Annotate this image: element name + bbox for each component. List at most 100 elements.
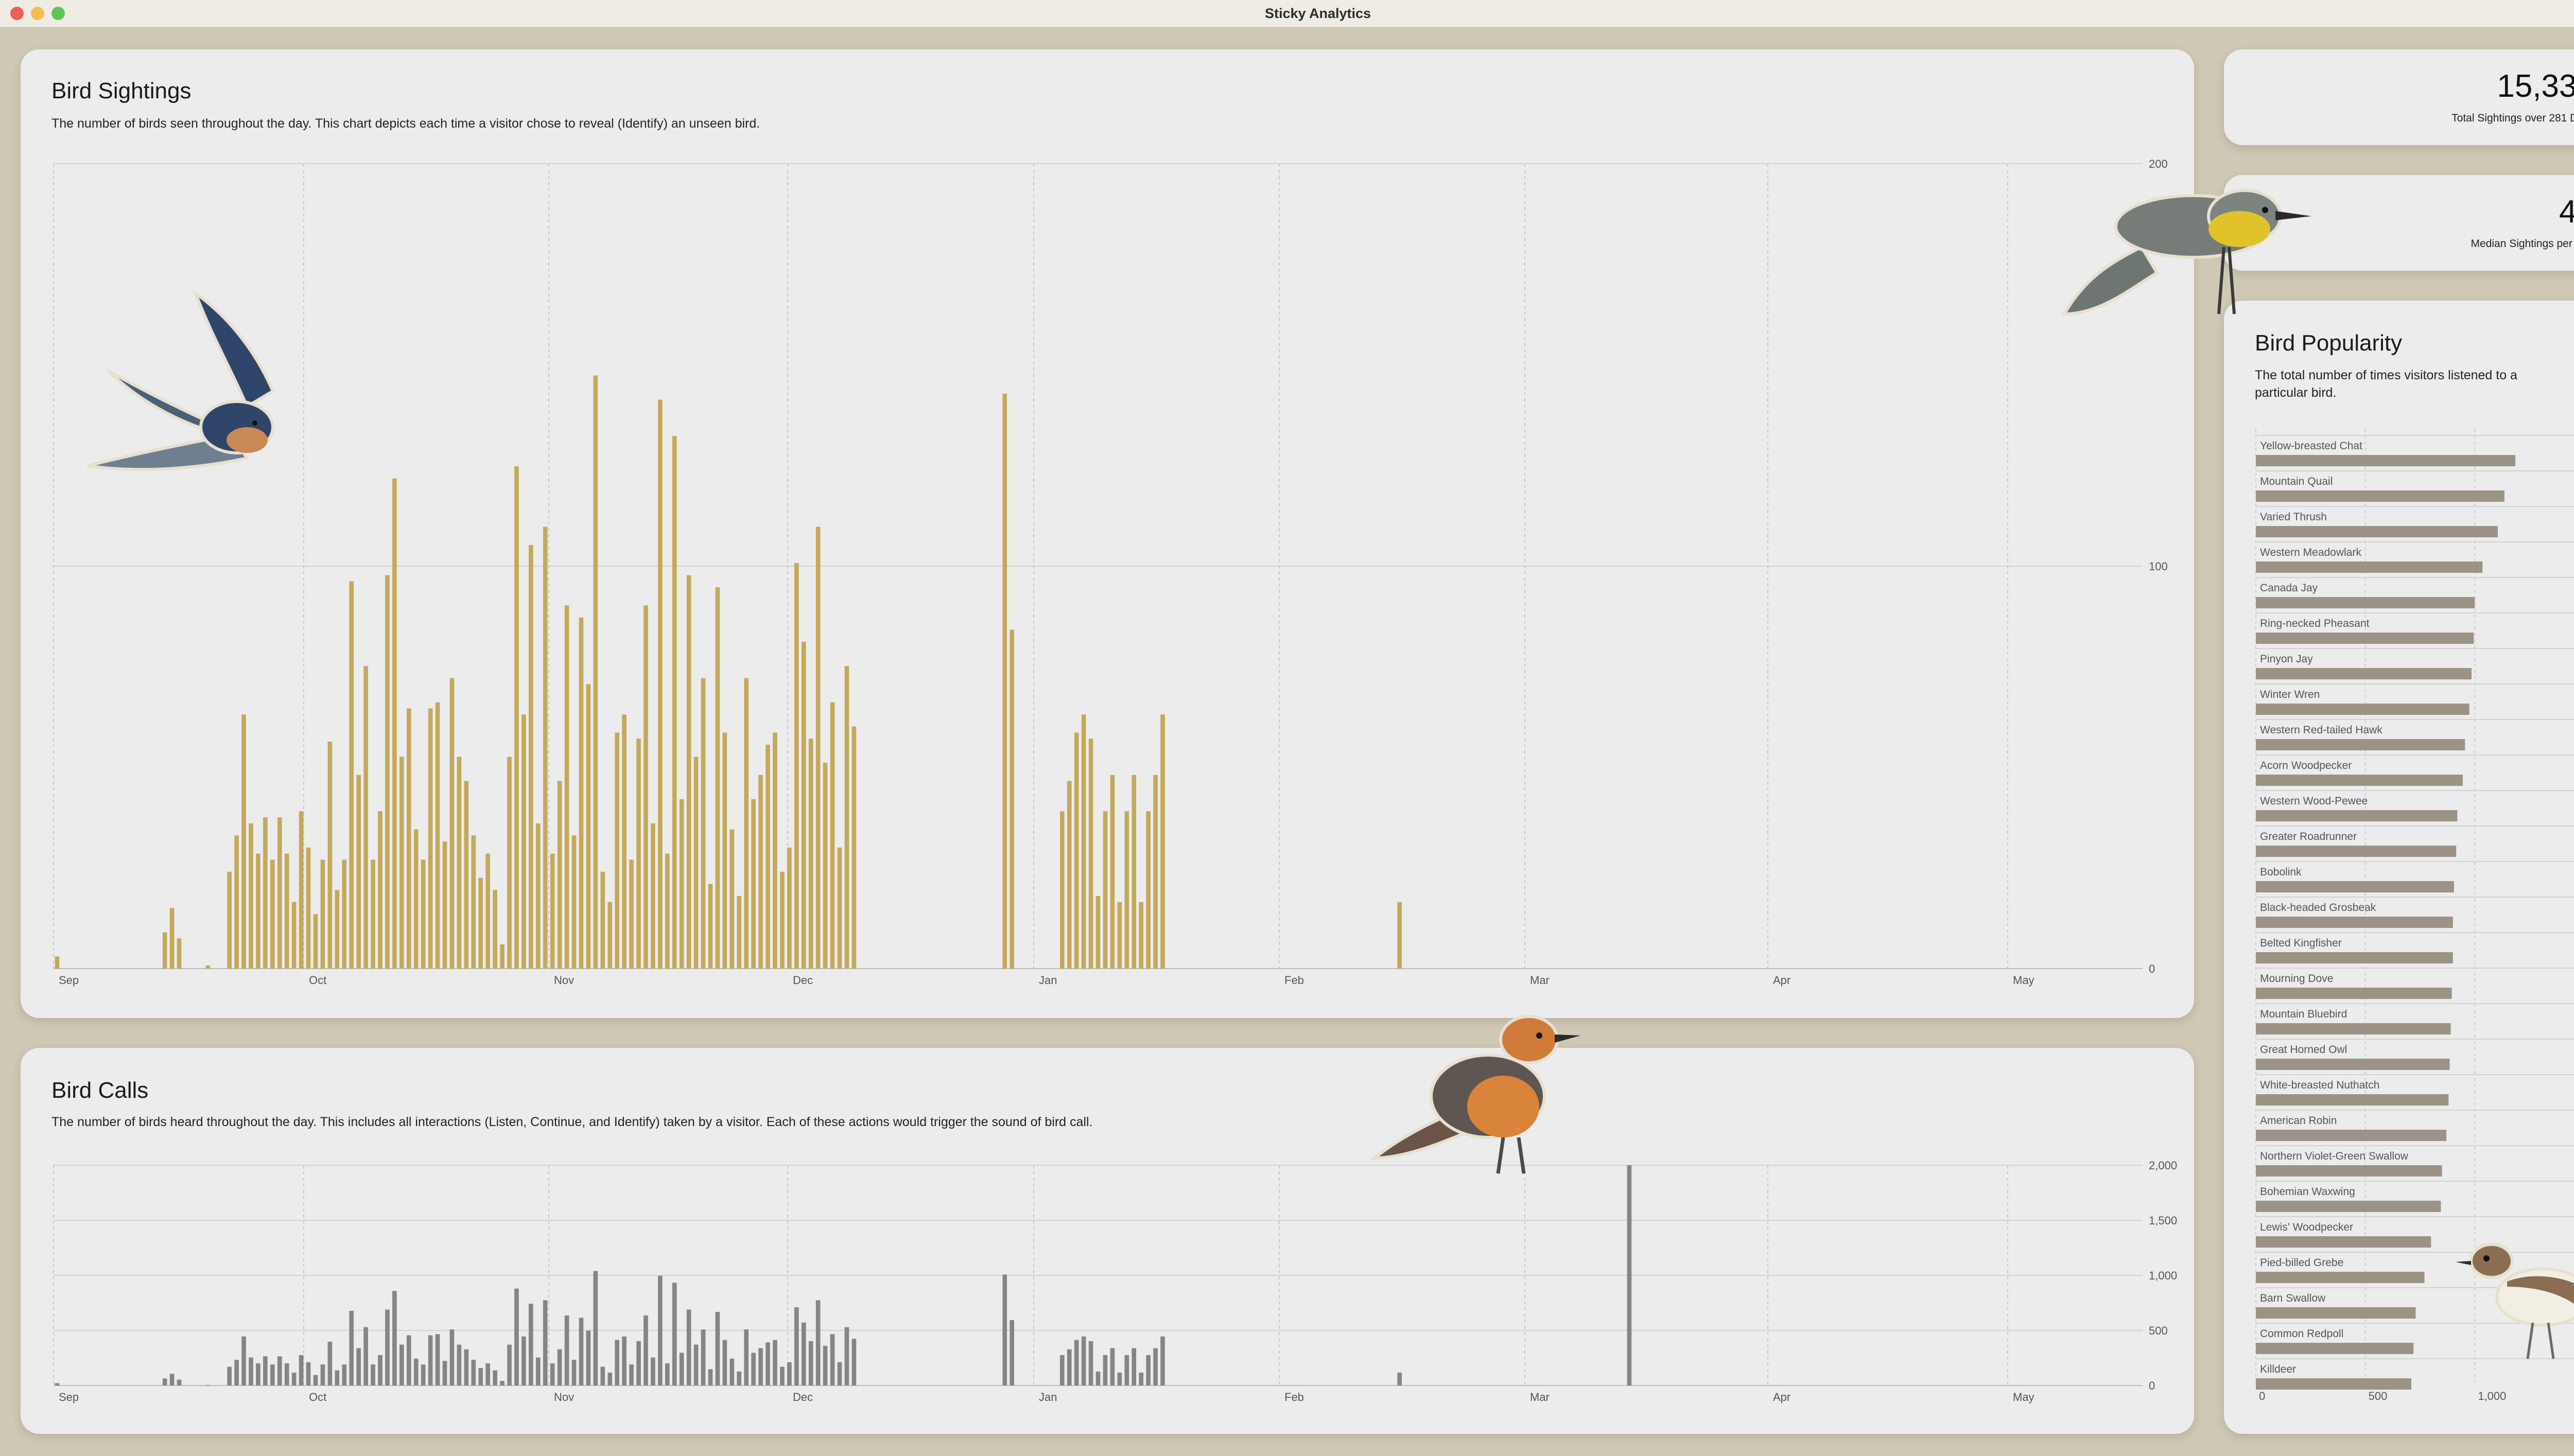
bar (837, 1362, 842, 1385)
bar (600, 1366, 605, 1385)
x-tick-label: 1,000 (2478, 1390, 2506, 1402)
bird-label: Lewis' Woodpecker (2260, 1221, 2353, 1233)
bar (579, 1318, 584, 1385)
bird-label: Western Red-tailed Hawk (2260, 724, 2382, 736)
bar (428, 708, 433, 969)
bar (385, 575, 390, 969)
bar (371, 859, 375, 969)
bar (1132, 1348, 1137, 1385)
bar (500, 1381, 505, 1385)
bar (435, 1334, 440, 1385)
bar (1088, 1341, 1093, 1385)
bar (571, 1360, 577, 1385)
bar (830, 1334, 835, 1385)
bird-label: American Robin (2260, 1115, 2337, 1127)
bar (1160, 1336, 1165, 1385)
popularity-bar (2256, 1343, 2414, 1354)
median-sightings-label: Median Sightings per Day (2471, 238, 2574, 250)
x-tick-label: Nov (554, 974, 574, 987)
bar (349, 581, 354, 969)
bar (557, 1349, 562, 1385)
bar (1139, 902, 1143, 969)
x-tick-label: Sep (59, 1391, 79, 1404)
bar (672, 1283, 677, 1385)
x-tick-label: Oct (309, 974, 326, 987)
bar (708, 884, 713, 969)
popularity-bar (2256, 704, 2469, 715)
bar (708, 1369, 713, 1385)
bird-label: White-breasted Nuthatch (2260, 1079, 2379, 1091)
bar (1103, 811, 1108, 969)
bar (428, 1335, 433, 1385)
bar (55, 1383, 60, 1385)
bar (644, 605, 648, 969)
bar (564, 605, 569, 969)
bird-label: Mourning Dove (2260, 973, 2333, 985)
bird-label: Acorn Woodpecker (2260, 760, 2352, 771)
bar (234, 1360, 239, 1385)
bar (514, 1288, 519, 1385)
bar (169, 908, 175, 969)
bar (457, 757, 462, 969)
bird-calls-card: 0 500 1,000 1,500 2,000 Sep Oct Nov Dec Jan Feb Mar… (21, 1048, 2194, 1434)
popularity-bar (2256, 917, 2453, 928)
bird-label: Bohemian Waxwing (2260, 1186, 2355, 1198)
popularity-bar (2256, 1059, 2450, 1070)
bar (162, 932, 167, 969)
bar (622, 1336, 627, 1385)
popularity-bar (2256, 775, 2463, 786)
bar (672, 436, 677, 969)
bar (651, 1357, 655, 1385)
bar (693, 1344, 699, 1385)
bar (686, 575, 691, 969)
window-title: Sticky Analytics (1264, 6, 1371, 21)
popularity-bar (2256, 1165, 2442, 1177)
y-tick-label: 0 (2149, 962, 2155, 975)
bar (169, 1374, 175, 1385)
bar (507, 1344, 512, 1385)
y-tick-label: 0 (2149, 1379, 2155, 1392)
card-description: The number of birds heard throughout the… (51, 1115, 1093, 1129)
bar (751, 1353, 756, 1385)
bar (636, 739, 641, 969)
bar (715, 587, 720, 969)
bar (342, 859, 347, 969)
bar (227, 1366, 232, 1385)
bar (363, 1327, 368, 1385)
bird-label: Northern Violet-Green Swallow (2260, 1150, 2409, 1162)
bar (363, 666, 368, 969)
bar (844, 1327, 849, 1385)
popularity-bar (2256, 1378, 2411, 1390)
bar (205, 966, 211, 969)
bar (780, 871, 785, 969)
bar (600, 871, 605, 969)
bar (701, 1329, 706, 1385)
bar (851, 1339, 857, 1385)
bar (1153, 1348, 1158, 1385)
x-tick-label: Feb (1284, 974, 1304, 987)
y-tick-label: 1,000 (2149, 1269, 2177, 1282)
bar (471, 835, 476, 969)
bar (493, 890, 497, 969)
x-tick-label: Sep (59, 974, 79, 987)
popularity-bar (2256, 1272, 2425, 1283)
yellow-breasted-chat-sticker (2061, 189, 2311, 316)
bar (485, 853, 490, 969)
bar (1010, 1320, 1014, 1385)
bar (249, 1357, 253, 1385)
bar (263, 817, 268, 969)
bar (1160, 714, 1165, 969)
bar (529, 545, 533, 969)
bar (758, 1348, 763, 1385)
bar (701, 678, 706, 969)
bar (1002, 393, 1007, 969)
bar (529, 1304, 533, 1385)
bar (722, 1340, 727, 1385)
popularity-bar (2256, 739, 2465, 750)
description-line: The total number of times visitors liste… (2255, 368, 2517, 382)
x-tick-label: Dec (793, 1391, 813, 1404)
bar (399, 757, 404, 969)
x-tick-label: 0 (2259, 1390, 2265, 1402)
bar (256, 853, 260, 969)
bird-label: Black-headed Grosbeak (2260, 902, 2376, 914)
